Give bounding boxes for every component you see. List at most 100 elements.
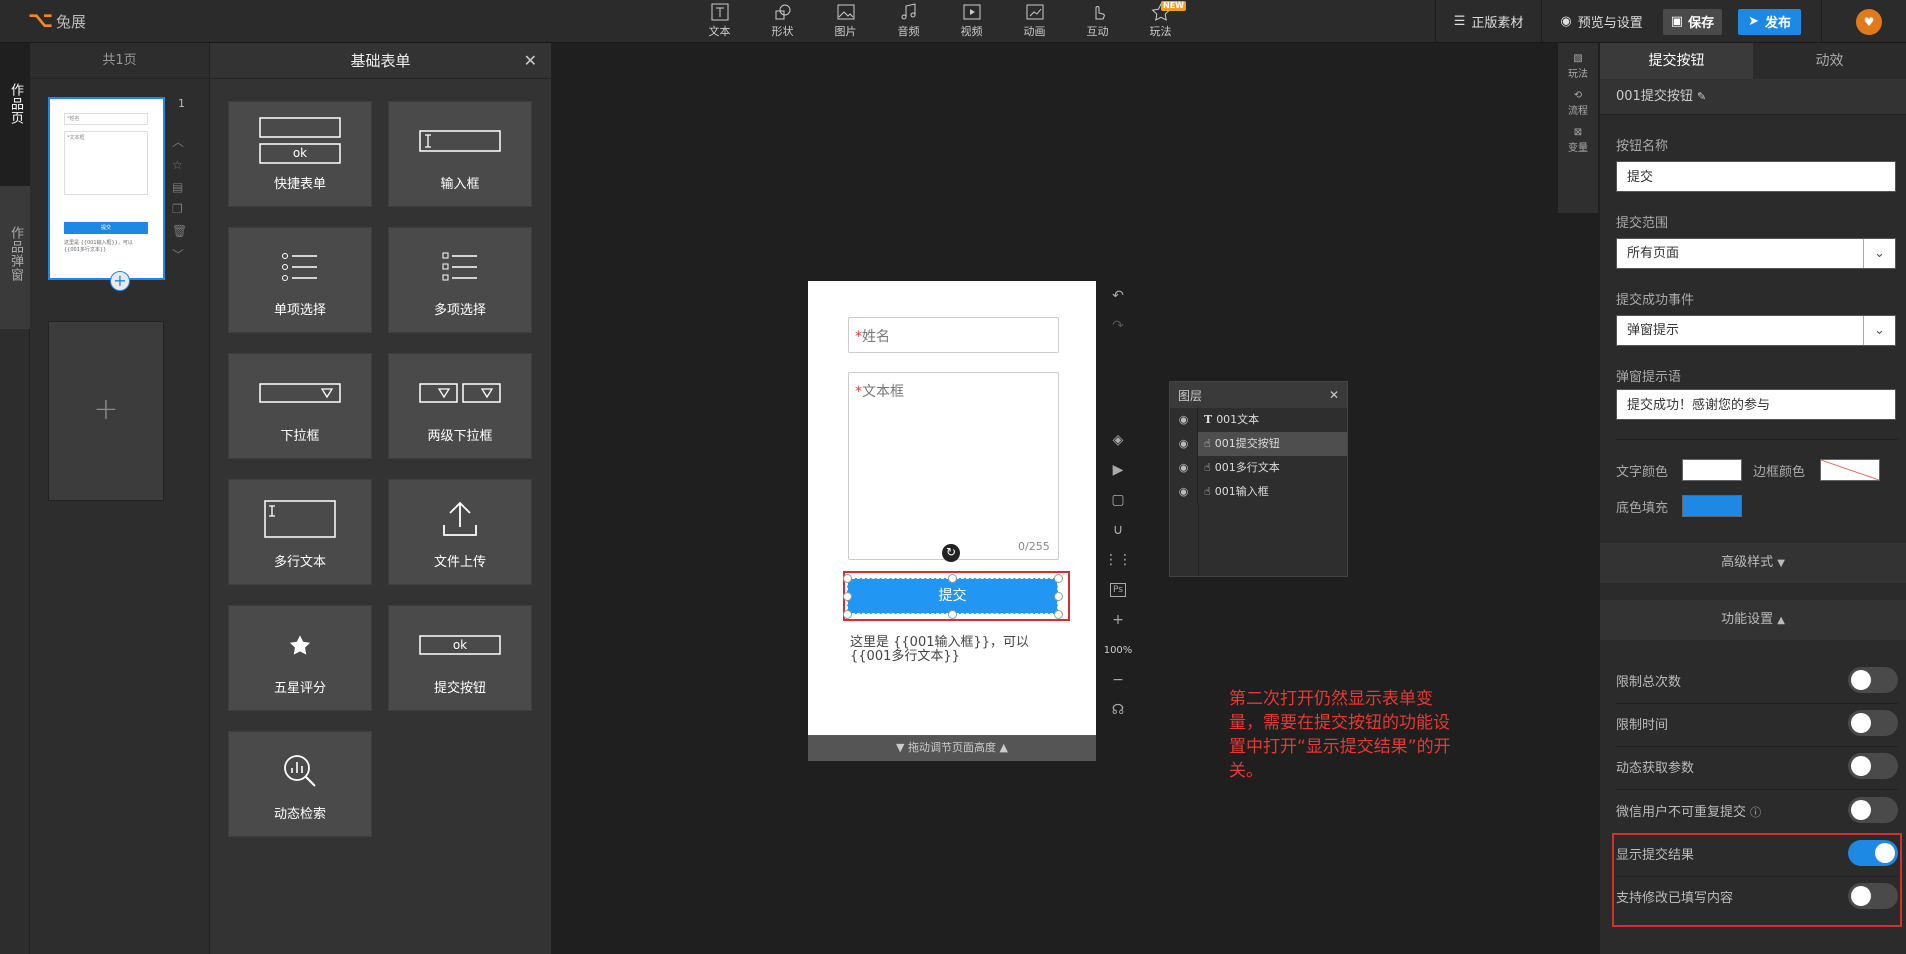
star-icon[interactable]: ☆ [172, 158, 187, 172]
tab-works-popup[interactable]: 作品弹窗 [0, 186, 30, 329]
close-icon[interactable]: ✕ [524, 43, 537, 79]
success-event-select[interactable]: 弹窗提示 ⌄ [1616, 315, 1896, 346]
tool-shape[interactable]: 形状 [751, 2, 814, 40]
save-button[interactable]: ▣ 保存 [1662, 8, 1723, 35]
zoom-out-icon[interactable]: − [1112, 665, 1124, 695]
scope-select[interactable]: 所有页面 ⌄ [1616, 238, 1896, 269]
tool-audio[interactable]: 音频 [877, 2, 940, 40]
layer-row[interactable]: ◉ ☝ 001输入框 [1170, 480, 1347, 504]
resize-handle[interactable] [843, 610, 852, 619]
properties-tabs: 提交按钮 动效 [1600, 43, 1906, 79]
text-color-swatch[interactable] [1682, 459, 1742, 481]
wechat-no-repeat-toggle[interactable] [1848, 797, 1898, 823]
component-label: 文件上传 [433, 555, 486, 570]
tool-text[interactable]: 文本 [688, 2, 751, 40]
page-thumbnail[interactable]: *姓名 *文本框 提交 这里是 {{001输入框}}，可以{{001多行文本}} [48, 97, 165, 280]
button-name-input[interactable]: 提交 [1616, 161, 1896, 192]
submit-button-element[interactable]: 提交 [847, 578, 1058, 614]
resize-handle[interactable] [948, 610, 957, 619]
new-badge: NEW [1161, 1, 1186, 11]
flow-shortcut[interactable]: ⟲ 流程 [1568, 90, 1588, 117]
preview-settings-button[interactable]: ◉ 预览与设置 [1542, 0, 1652, 43]
component-single-choice[interactable]: 单项选择 [228, 227, 372, 333]
tab-works-page[interactable]: 作品页 [0, 43, 30, 186]
undo-icon[interactable]: ↶ [1112, 281, 1124, 311]
chevron-up-icon[interactable]: ︿ [172, 133, 187, 150]
app-logo[interactable]: ⌥ 兔展 [28, 6, 86, 36]
component-dropdown[interactable]: 下拉框 [228, 353, 372, 459]
close-icon[interactable]: ✕ [1329, 388, 1339, 402]
popup-msg-input[interactable]: 提交成功！感谢您的参与 [1616, 389, 1896, 420]
play-icon[interactable]: ▶ [1113, 455, 1124, 485]
component-dynamic-search[interactable]: 动态检索 [228, 731, 372, 837]
textarea-element[interactable]: *文本框 [848, 372, 1059, 560]
gameplay-shortcut[interactable]: ▧ 玩法 [1568, 53, 1588, 80]
ps-icon[interactable]: Ps [1110, 583, 1126, 597]
layer-row[interactable]: ◉ ☝ 001多行文本 [1170, 456, 1347, 480]
material-button[interactable]: ☰ 正版素材 [1436, 0, 1542, 43]
page-height-bar[interactable]: ▼ 拖动调节页面高度 ▲ [808, 735, 1096, 761]
resize-handle[interactable] [1054, 574, 1063, 583]
tool-interact[interactable]: 互动 [1066, 2, 1129, 40]
variable-shortcut[interactable]: ⊠ 变量 [1568, 127, 1588, 154]
tool-image[interactable]: 图片 [814, 2, 877, 40]
component-quick-form[interactable]: ok 快捷表单 [228, 101, 372, 207]
component-multiline-text[interactable]: 多行文本 [228, 479, 372, 585]
resize-handle[interactable] [843, 574, 852, 583]
new-page-button[interactable]: + [48, 321, 164, 501]
tool-animation[interactable]: 动画 [1003, 2, 1066, 40]
component-submit-button[interactable]: ok 提交按钮 [388, 605, 532, 711]
eye-icon[interactable]: ◉ [1170, 432, 1198, 456]
tool-video[interactable]: 视频 [940, 2, 1003, 40]
eye-icon[interactable]: ◉ [1170, 480, 1198, 504]
resize-handle[interactable] [1054, 610, 1063, 619]
animation-icon [1026, 4, 1043, 20]
layers-icon[interactable]: ◈ [1113, 425, 1124, 455]
zoom-in-icon[interactable]: + [1112, 605, 1124, 635]
fill-color-label: 底色填充 [1616, 501, 1669, 516]
advanced-style-section[interactable]: 高级样式 ▼ [1600, 543, 1906, 583]
rotate-icon[interactable]: ↻ [942, 544, 960, 562]
component-file-upload[interactable]: 文件上传 [388, 479, 532, 585]
dynamic-params-toggle[interactable] [1848, 753, 1898, 779]
component-two-level-dropdown[interactable]: 两级下拉框 [388, 353, 532, 459]
tool-gameplay[interactable]: 玩法 NEW [1129, 1, 1192, 40]
limit-time-toggle[interactable] [1848, 710, 1898, 736]
add-page-plus-icon[interactable]: + [110, 271, 130, 291]
eye-icon[interactable]: ◉ [1170, 456, 1198, 480]
component-label: 输入框 [440, 177, 480, 192]
element-name[interactable]: 001提交按钮 ✎ [1600, 79, 1906, 115]
resize-handle[interactable] [948, 574, 957, 583]
layer-row[interactable]: ◉ T 001文本 [1170, 408, 1347, 432]
magnet-icon[interactable]: ∪ [1113, 515, 1123, 545]
resize-handle[interactable] [843, 592, 852, 601]
component-label: 单项选择 [273, 303, 326, 318]
frame-icon[interactable]: ▢ [1111, 485, 1124, 515]
avatar[interactable]: ♥ [1856, 8, 1882, 35]
name-input-element[interactable]: *姓名 [848, 317, 1059, 353]
layer-row[interactable]: ◉ ☝ 001提交按钮 [1170, 432, 1347, 456]
help-icon[interactable]: ⓘ [1750, 806, 1761, 819]
canvas-text-element[interactable]: 这里是 {{001输入框}}，可以{{001多行文本}} [850, 636, 1060, 664]
grid-icon[interactable]: ⋮⋮ [1104, 545, 1132, 575]
headset-icon[interactable]: ☊ [1112, 695, 1124, 725]
tab-effects[interactable]: 动效 [1753, 43, 1906, 79]
copy-icon[interactable]: ❐ [172, 202, 187, 216]
tab-submit-button[interactable]: 提交按钮 [1600, 43, 1753, 79]
function-settings-section[interactable]: 功能设置 ▲ [1600, 600, 1906, 640]
component-multi-choice[interactable]: 多项选择 [388, 227, 532, 333]
template-icon[interactable]: ▤ [172, 180, 187, 194]
resize-handle[interactable] [1054, 592, 1063, 601]
publish-button[interactable]: ➤ 发布 [1738, 8, 1801, 35]
trash-icon[interactable]: 🗑 [172, 224, 187, 238]
redo-icon[interactable]: ↷ [1112, 311, 1124, 341]
chevron-down-icon[interactable]: ﹀ [172, 246, 187, 263]
component-input[interactable]: 输入框 [388, 101, 532, 207]
pencil-icon[interactable]: ✎ [1697, 90, 1706, 103]
fill-color-swatch[interactable] [1682, 495, 1742, 517]
eye-icon[interactable]: ◉ [1170, 408, 1198, 432]
component-star-rating[interactable]: 五星评分 [228, 605, 372, 711]
border-color-swatch[interactable] [1820, 459, 1880, 481]
quick-label: 流程 [1568, 106, 1588, 117]
limit-total-toggle[interactable] [1848, 667, 1898, 693]
